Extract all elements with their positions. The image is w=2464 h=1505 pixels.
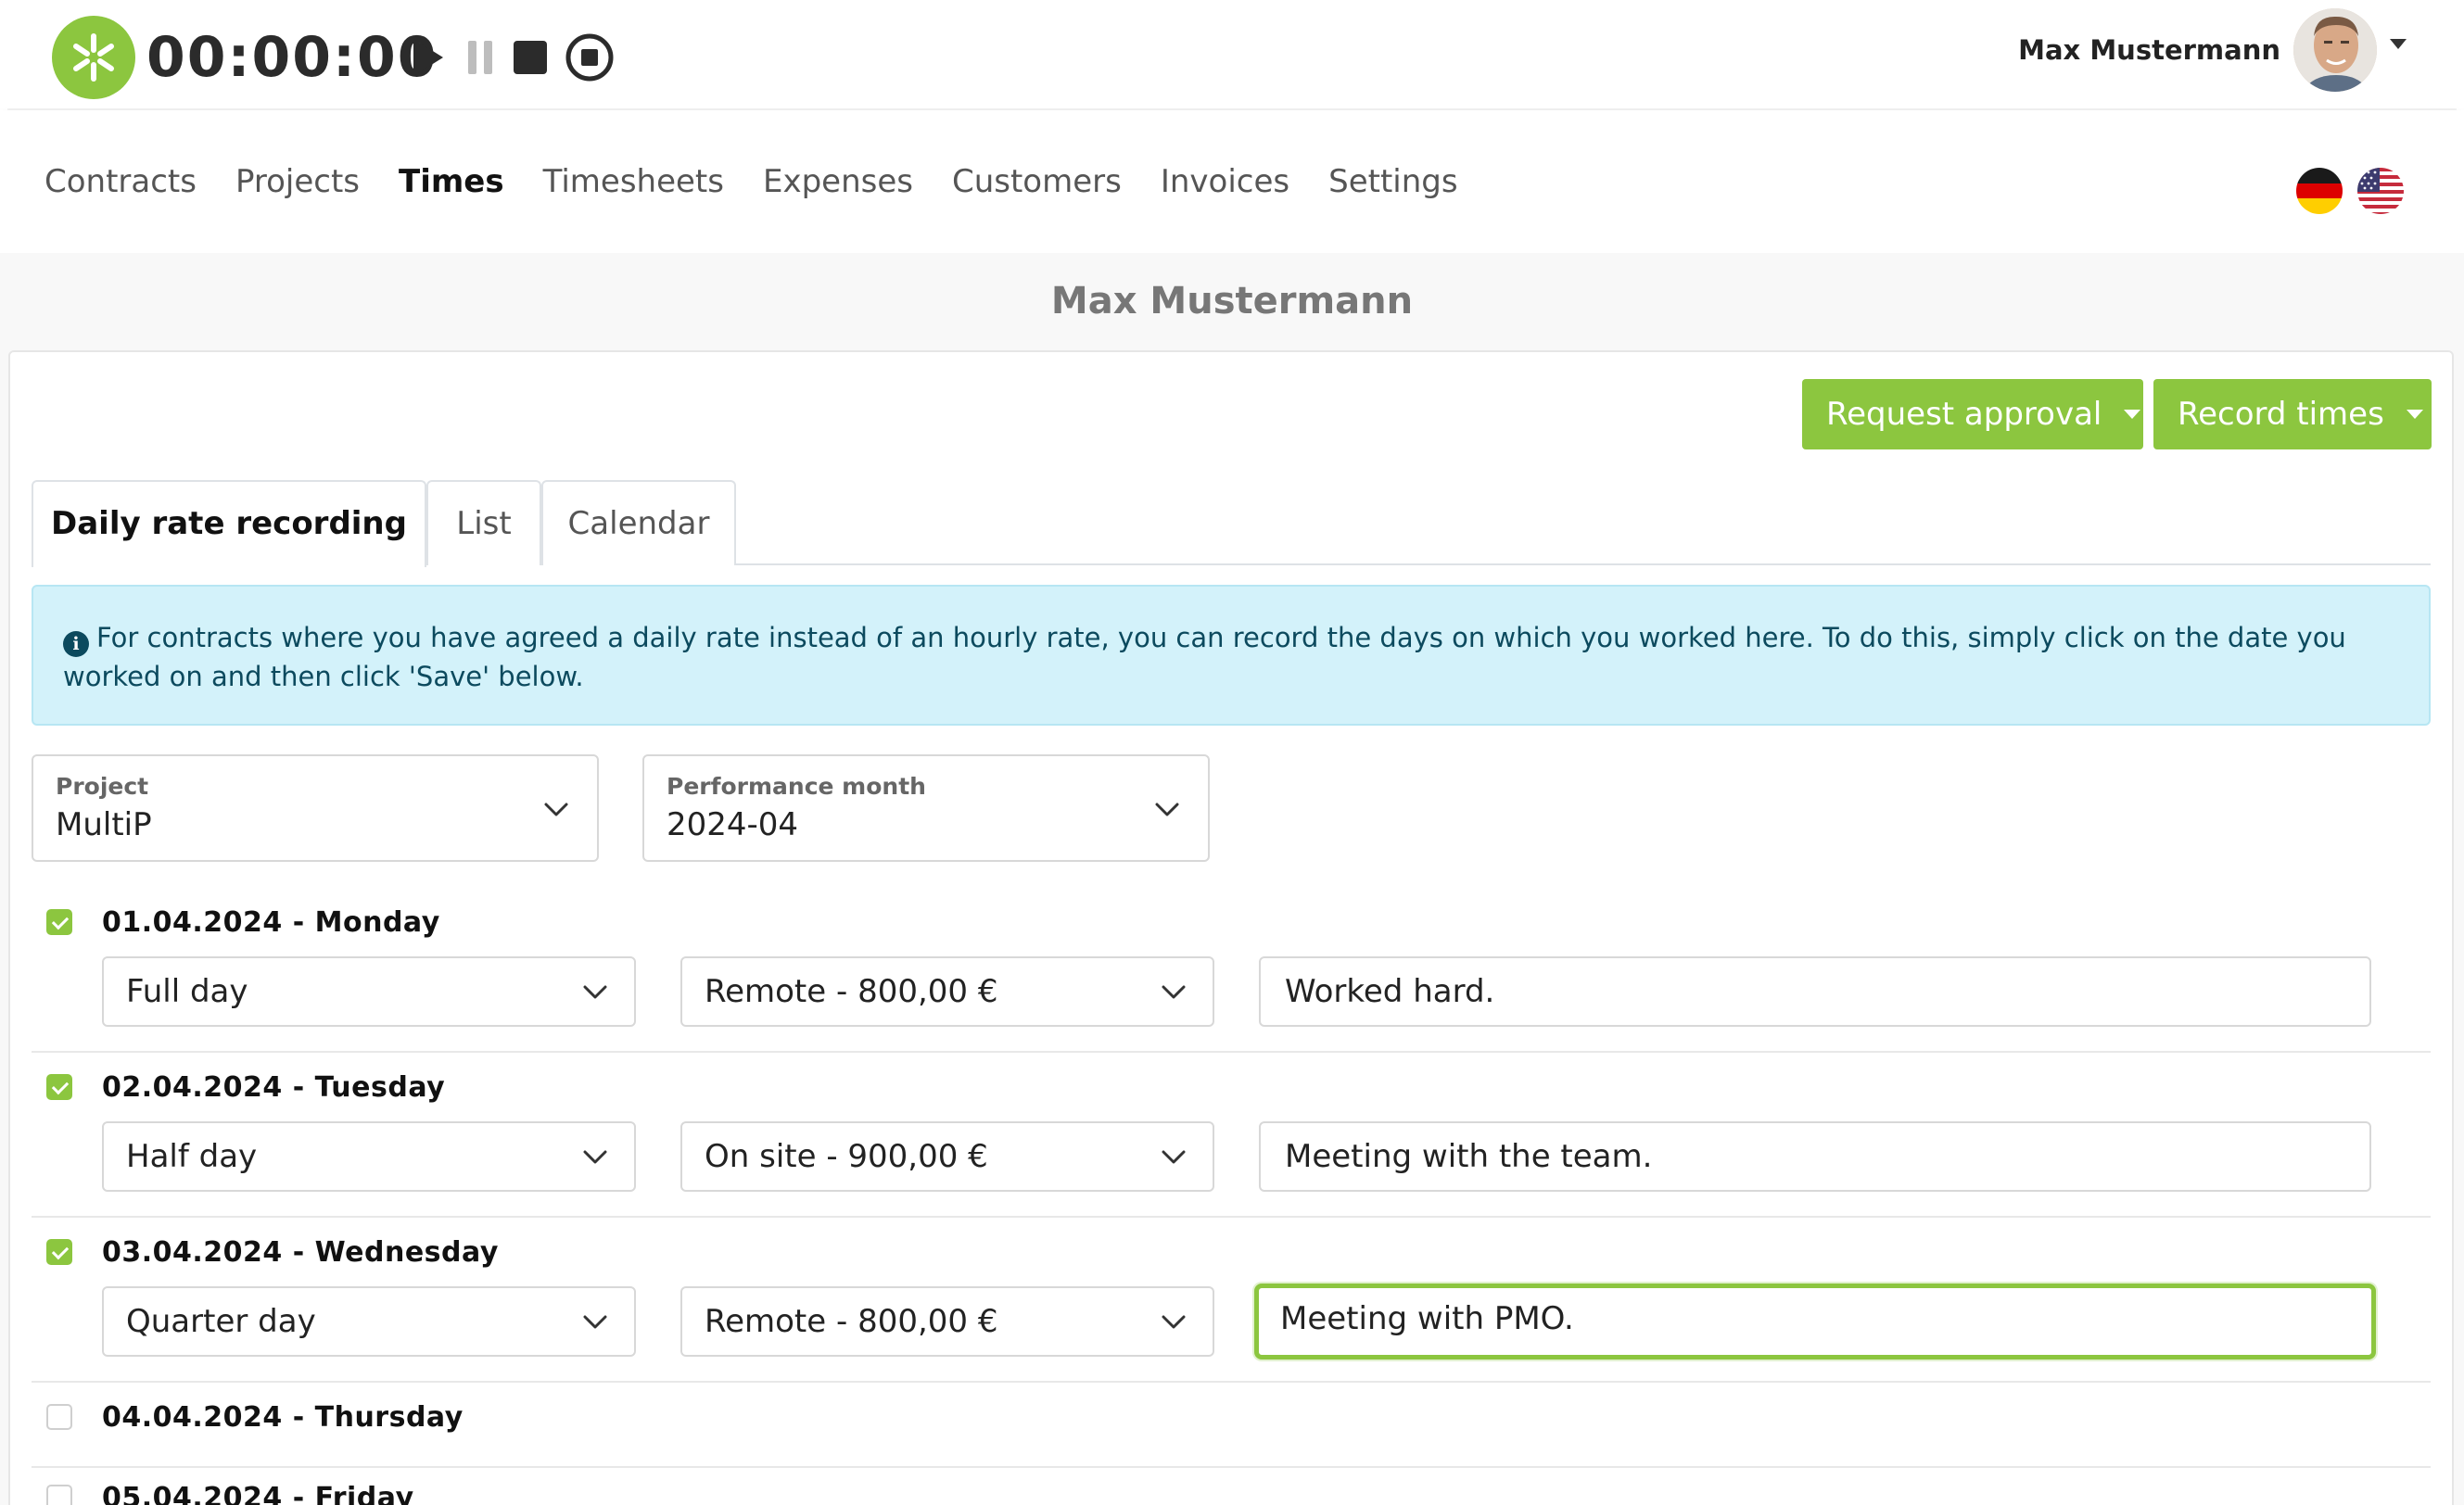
day-label: 01.04.2024 - Monday bbox=[102, 905, 440, 939]
nav-item-invoices[interactable]: Invoices bbox=[1161, 162, 1289, 201]
performance-month-value: 2024-04 bbox=[667, 806, 799, 843]
record-stop-icon[interactable] bbox=[564, 32, 616, 83]
page-title: Max Mustermann bbox=[1050, 280, 1414, 322]
app-logo-icon[interactable] bbox=[52, 16, 135, 99]
us-flag-icon[interactable] bbox=[2357, 168, 2404, 214]
day-row-header: 02.04.2024 - Tuesday bbox=[46, 1069, 445, 1106]
chevron-down-icon bbox=[2406, 410, 2423, 419]
nav-item-timesheets[interactable]: Timesheets bbox=[543, 162, 724, 201]
location-rate-select-value: On site - 900,00 € bbox=[705, 1138, 988, 1175]
project-select-value: MultiP bbox=[56, 806, 152, 843]
info-icon: i bbox=[63, 631, 89, 657]
request-approval-button[interactable]: Request approval bbox=[1802, 379, 2143, 449]
day-checkbox[interactable] bbox=[46, 1074, 72, 1100]
location-rate-select[interactable]: Remote - 800,00 € bbox=[680, 956, 1214, 1027]
user-avatar[interactable] bbox=[2293, 8, 2377, 92]
record-times-label: Record times bbox=[2178, 396, 2384, 433]
info-alert: i For contracts where you have agreed a d… bbox=[32, 585, 2431, 726]
info-alert-text: For contracts where you have agreed a da… bbox=[63, 622, 2346, 692]
record-times-button[interactable]: Record times bbox=[2153, 379, 2432, 449]
day-label: 03.04.2024 - Wednesday bbox=[102, 1235, 499, 1269]
user-menu-caret-icon[interactable] bbox=[2390, 39, 2407, 49]
duration-select[interactable]: Full day bbox=[102, 956, 636, 1027]
timer-display: 00:00:00 bbox=[146, 25, 438, 90]
performance-month-label: Performance month bbox=[667, 773, 926, 800]
chevron-down-icon bbox=[1162, 1315, 1186, 1329]
day-checkbox[interactable] bbox=[46, 1485, 72, 1505]
stop-icon[interactable] bbox=[504, 32, 556, 83]
note-input-focused[interactable]: Meeting with PMO. bbox=[1254, 1284, 2376, 1360]
day-checkbox[interactable] bbox=[46, 1404, 72, 1430]
location-rate-select-value: Remote - 800,00 € bbox=[705, 973, 998, 1010]
duration-select[interactable]: Quarter day bbox=[102, 1286, 636, 1357]
main-navigation: Contracts Projects Times Timesheets Expe… bbox=[0, 110, 2464, 253]
location-rate-select[interactable]: Remote - 800,00 € bbox=[680, 1286, 1214, 1357]
day-row-header: 05.04.2024 - Friday bbox=[46, 1479, 414, 1505]
day-row-header: 01.04.2024 - Monday bbox=[46, 904, 440, 941]
nav-item-contracts[interactable]: Contracts bbox=[44, 162, 197, 201]
note-input[interactable]: Worked hard. bbox=[1259, 956, 2371, 1027]
chevron-down-icon bbox=[1162, 1150, 1186, 1164]
nav-item-projects[interactable]: Projects bbox=[235, 162, 360, 201]
day-row-header: 04.04.2024 - Thursday bbox=[46, 1398, 464, 1435]
project-select[interactable]: Project MultiP bbox=[32, 754, 599, 862]
day-label: 04.04.2024 - Thursday bbox=[102, 1400, 464, 1434]
play-icon[interactable] bbox=[402, 32, 454, 83]
nav-item-settings[interactable]: Settings bbox=[1328, 162, 1457, 201]
de-flag-icon[interactable] bbox=[2296, 168, 2343, 214]
performance-month-select[interactable]: Performance month 2024-04 bbox=[642, 754, 1210, 862]
request-approval-label: Request approval bbox=[1826, 396, 2102, 433]
day-label: 05.04.2024 - Friday bbox=[102, 1481, 414, 1505]
chevron-down-icon bbox=[1162, 985, 1186, 999]
duration-select-value: Quarter day bbox=[126, 1303, 316, 1340]
location-rate-select[interactable]: On site - 900,00 € bbox=[680, 1121, 1214, 1192]
nav-menu: Contracts Projects Times Timesheets Expe… bbox=[44, 162, 1497, 201]
day-checkbox[interactable] bbox=[46, 1239, 72, 1265]
top-bar: 00:00:00 Max Mustermann bbox=[0, 0, 2464, 109]
chevron-down-icon bbox=[583, 985, 607, 999]
tab-calendar[interactable]: Calendar bbox=[541, 480, 736, 565]
nav-item-times[interactable]: Times bbox=[399, 162, 504, 201]
row-divider bbox=[32, 1466, 2431, 1468]
row-divider bbox=[32, 1381, 2431, 1383]
duration-select-value: Full day bbox=[126, 973, 248, 1010]
day-row-header: 03.04.2024 - Wednesday bbox=[46, 1233, 499, 1271]
nav-item-customers[interactable]: Customers bbox=[952, 162, 1122, 201]
day-label: 02.04.2024 - Tuesday bbox=[102, 1070, 446, 1104]
day-checkbox[interactable] bbox=[46, 909, 72, 935]
row-divider bbox=[32, 1051, 2431, 1053]
tab-daily-rate-recording[interactable]: Daily rate recording bbox=[32, 480, 426, 567]
chevron-down-icon bbox=[2124, 410, 2141, 419]
location-rate-select-value: Remote - 800,00 € bbox=[705, 1303, 998, 1340]
chevron-down-icon bbox=[544, 803, 568, 816]
duration-select[interactable]: Half day bbox=[102, 1121, 636, 1192]
chevron-down-icon bbox=[1155, 803, 1179, 816]
user-name[interactable]: Max Mustermann bbox=[2018, 33, 2280, 67]
pause-icon[interactable] bbox=[454, 32, 506, 83]
chevron-down-icon bbox=[583, 1150, 607, 1164]
project-select-label: Project bbox=[56, 773, 149, 800]
duration-select-value: Half day bbox=[126, 1138, 258, 1175]
chevron-down-icon bbox=[583, 1315, 607, 1329]
note-input[interactable]: Meeting with the team. bbox=[1259, 1121, 2371, 1192]
tab-list[interactable]: List bbox=[426, 480, 541, 565]
nav-item-expenses[interactable]: Expenses bbox=[763, 162, 913, 201]
row-divider bbox=[32, 1216, 2431, 1218]
